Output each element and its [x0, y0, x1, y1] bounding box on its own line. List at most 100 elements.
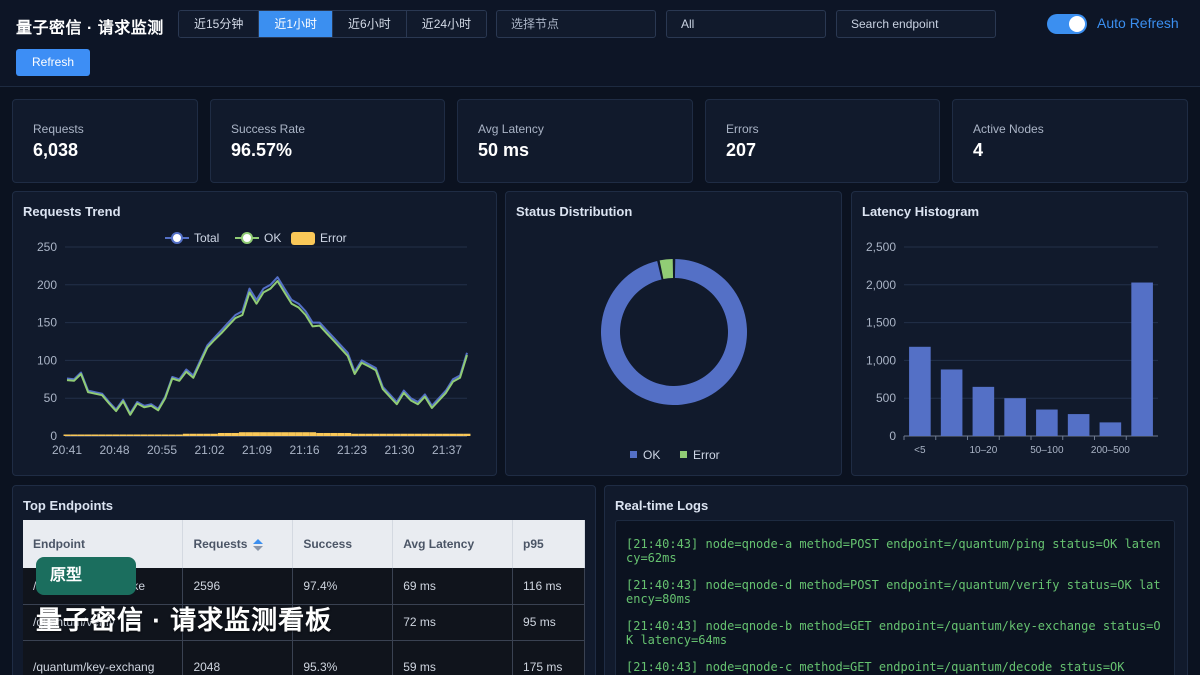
error-bar — [330, 432, 338, 436]
endpoint-search-input[interactable]: Search endpoint — [836, 10, 996, 38]
kpi-requests-card: Requests 6,038 — [12, 99, 198, 183]
error-bar — [274, 432, 281, 436]
error-bar — [133, 434, 141, 436]
log-line: [21:40:43] node=qnode-c method=GET endpo… — [626, 660, 1125, 674]
header-success[interactable]: Success — [292, 520, 394, 568]
histogram-bar — [972, 386, 995, 436]
range-1h-button[interactable]: 近1小时 — [259, 11, 334, 37]
y-tick-label: 1,500 — [866, 316, 896, 330]
requests-trend-chart: 0 50 100 150 200 250 20:41 20:48 20:55 21:02 21:09… — [37, 231, 471, 457]
auto-refresh-label: Auto Refresh — [1097, 15, 1179, 31]
kpi-label: Requests — [33, 122, 84, 136]
cell-success: 97.4% — [292, 568, 394, 605]
node-select[interactable]: 选择节点 — [496, 10, 656, 38]
histogram-bar — [1067, 414, 1090, 436]
legend-label: Error — [693, 448, 720, 462]
histogram-bar — [909, 346, 931, 436]
x-tick-label: 50–100 — [1030, 445, 1064, 456]
error-bar — [260, 432, 267, 436]
x-tick-label: 20:55 — [147, 443, 177, 457]
legend-label: Error — [320, 231, 347, 245]
error-bar — [337, 432, 345, 436]
log-line: [21:40:43] node=qnode-a method=POST endp… — [626, 537, 1161, 565]
error-bar — [154, 434, 162, 436]
kpi-value: 50 ms — [478, 140, 530, 160]
error-bar — [456, 433, 464, 436]
series-line-total — [66, 276, 468, 415]
legend-label: OK — [264, 231, 281, 245]
legend-label: Total — [194, 231, 219, 245]
refresh-button[interactable]: Refresh — [16, 49, 90, 76]
x-tick-label: 20:48 — [99, 443, 129, 457]
error-bar — [288, 432, 296, 436]
error-bar — [302, 432, 310, 436]
auto-refresh-toggle[interactable] — [1047, 14, 1087, 34]
y-tick-label: 150 — [37, 316, 57, 330]
histogram-bar — [940, 369, 963, 436]
prototype-badge: 原型 — [36, 557, 136, 595]
error-bar — [196, 433, 204, 436]
error-bar — [267, 432, 274, 436]
range-6h-button[interactable]: 近6小时 — [333, 11, 407, 37]
kpi-label: Avg Latency — [478, 122, 544, 136]
error-bar — [147, 434, 155, 436]
range-24h-button[interactable]: 近24小时 — [406, 11, 487, 37]
error-bar — [91, 434, 99, 436]
cell-requests: 2596 — [182, 568, 294, 605]
endpoints-table-wrap: Endpoint Requests Success Avg Latency p9… — [23, 520, 585, 675]
error-bar — [245, 432, 253, 436]
error-bar — [224, 432, 232, 436]
y-tick-label: 100 — [37, 353, 57, 367]
endpoints-table: Endpoint Requests Success Avg Latency p9… — [23, 520, 585, 675]
error-bar — [126, 434, 134, 436]
legend-marker — [241, 232, 253, 244]
error-bar — [231, 432, 239, 436]
toggle-knob — [1069, 16, 1085, 32]
y-tick-label: 2,500 — [866, 240, 896, 254]
kpi-label: Active Nodes — [973, 122, 1044, 136]
error-bar — [112, 434, 120, 436]
header-requests[interactable]: Requests — [182, 520, 294, 568]
error-bar — [140, 434, 148, 436]
error-bar — [63, 434, 71, 436]
range-15m-button[interactable]: 近15分钟 — [179, 11, 260, 37]
error-bar — [428, 433, 436, 436]
error-bar — [386, 433, 394, 436]
x-tick-label: 21:37 — [432, 443, 462, 457]
panel-title: Real-time Logs — [615, 498, 709, 513]
log-box[interactable]: [21:40:43] node=qnode-a method=POST endp… — [615, 520, 1175, 675]
error-bar — [77, 434, 85, 436]
error-bar — [281, 432, 289, 436]
sort-icon[interactable] — [253, 538, 264, 551]
error-bar — [435, 433, 443, 436]
log-line: [21:40:43] node=qnode-b method=GET endpo… — [626, 619, 1161, 647]
error-bar — [253, 432, 260, 436]
error-bar — [119, 434, 127, 436]
status-select[interactable]: All — [666, 10, 826, 38]
cell-avg-latency: 69 ms — [392, 568, 514, 605]
error-bar — [358, 433, 366, 436]
error-bar — [365, 433, 373, 436]
error-bar — [203, 433, 211, 436]
legend-marker — [171, 232, 183, 244]
header-p95[interactable]: p95 — [512, 520, 585, 568]
log-line: [21:40:43] node=qnode-d method=POST endp… — [626, 578, 1161, 606]
cell-avg-latency: 59 ms — [392, 640, 514, 675]
x-tick-label: 21:02 — [194, 443, 224, 457]
legend-label: OK — [643, 448, 660, 462]
header-avg-latency[interactable]: Avg Latency — [392, 520, 514, 568]
kpi-value: 6,038 — [33, 140, 79, 160]
error-bar — [238, 432, 246, 436]
x-tick-label: 20:41 — [52, 443, 82, 457]
latency-histogram-chart: 0 500 1,000 1,500 2,000 2,500 <5 10–20 50–100 200… — [866, 240, 1158, 456]
kpi-errors-card: Errors 207 — [705, 99, 940, 183]
error-bar — [189, 433, 197, 436]
kpi-label: Success Rate — [231, 122, 306, 136]
error-bar — [323, 432, 331, 436]
latency-histogram-panel: Latency Histogram 0 500 1,000 1,500 2,000 2,5… — [851, 191, 1188, 476]
donut-slice-error — [659, 259, 674, 280]
error-bar — [351, 433, 359, 436]
error-bar — [463, 433, 471, 436]
y-tick-label: 0 — [889, 429, 896, 443]
table-row[interactable]: /quantum/key-exchang 2048 95.3% 59 ms 17… — [23, 640, 585, 675]
